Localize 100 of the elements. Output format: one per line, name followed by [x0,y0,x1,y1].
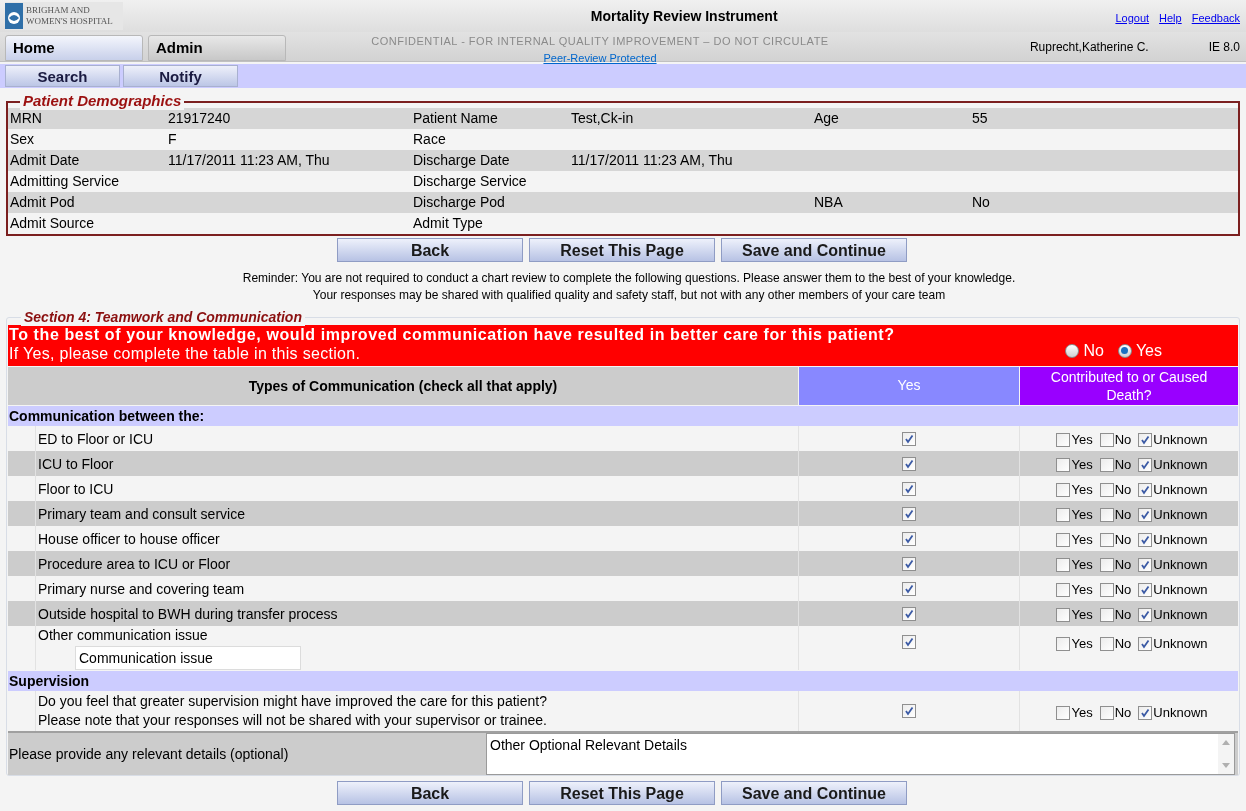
checkbox[interactable] [1138,637,1153,651]
checkbox[interactable] [902,704,916,718]
checkbox[interactable] [1056,583,1071,597]
checkbox[interactable] [902,635,916,649]
checkbox[interactable] [1099,558,1114,572]
subnav-button[interactable]: Notify [123,65,238,87]
hospital-name: WOMEN'S HOSPITAL [26,16,113,27]
header-link[interactable]: Logout [1115,9,1150,27]
checkbox[interactable] [1056,458,1071,472]
checkbox[interactable] [902,531,916,546]
checkbox[interactable] [1056,608,1071,622]
checkbox[interactable] [1099,637,1114,651]
reminder-text: Your responses may be shared with qualified quality and safety staff, but not with any other members of your care team [312,287,946,304]
checkbox[interactable] [1056,705,1071,720]
radio-icon[interactable] [1117,343,1132,358]
peer-review-link[interactable]: Peer-Review Protected [543,49,657,66]
field-label: Race [413,131,446,147]
checkbox[interactable] [1138,483,1153,497]
checkbox[interactable] [1056,637,1071,651]
checkbox[interactable] [1056,483,1071,497]
checkbox-label: No [1114,533,1132,547]
field-value: 55 [972,110,988,126]
action-button[interactable]: Save and Continue [721,781,907,805]
checkbox[interactable] [1056,533,1071,547]
question-note: If Yes, please complete the table in this section. [9,345,362,363]
checkbox[interactable] [1138,458,1153,472]
checkbox-label: Unknown [1153,705,1208,720]
header-link[interactable]: Help [1159,9,1182,27]
checkbox[interactable] [902,506,916,521]
checkbox[interactable] [1099,533,1114,547]
checkbox-label: Unknown [1153,533,1208,547]
field-label: Sex [10,131,35,147]
checkbox-label: Unknown [1153,508,1208,522]
nav-tab[interactable]: Admin [148,35,286,61]
checkbox[interactable] [902,481,916,496]
checkbox[interactable] [902,581,916,596]
action-button[interactable]: Back [337,781,523,805]
checkbox[interactable] [1138,558,1153,572]
header-link[interactable]: Feedback [1191,9,1240,27]
checkbox-label: Unknown [1153,608,1208,622]
radio-option[interactable]: Yes [1117,338,1162,363]
checkbox[interactable] [1138,583,1153,597]
confidential-notice: CONFIDENTIAL - FOR INTERNAL QUALITY IMPROVEMENT – DO NOT CIRCULATE [371,34,829,49]
checkbox-label: No [1114,558,1132,572]
checkbox[interactable] [1099,583,1114,597]
checkbox-label: Yes [1071,583,1093,597]
nav-tab[interactable]: Home [5,35,143,61]
checkbox[interactable] [1099,458,1114,472]
item-label: Primary nurse and covering team [38,580,246,599]
field-label: Admit Type [413,215,483,231]
action-button[interactable]: Save and Continue [721,238,907,262]
checkbox[interactable] [902,431,916,446]
checkbox[interactable] [1099,483,1114,497]
checkbox[interactable] [1138,508,1153,522]
group-heading: Supervision [8,671,1238,691]
column-header: Types of Communication (check all that apply) [8,367,798,405]
checkbox-label: Unknown [1153,433,1208,447]
checkbox[interactable] [1138,533,1153,547]
checkbox[interactable] [902,456,916,471]
group-heading: Communication between the: [8,406,1238,426]
question-text: To the best of your knowledge, would improved communication have resulted in better care for this patient? [9,325,896,345]
checkbox[interactable] [902,556,916,571]
item-label: Procedure area to ICU or Floor [38,555,232,574]
item-label: Floor to ICU [38,480,115,499]
checkbox-label: No [1114,458,1132,472]
radio-option[interactable]: No [1065,338,1104,363]
checkbox[interactable] [1056,508,1071,522]
checkbox-label: Yes [1071,608,1093,622]
checkbox[interactable] [902,606,916,621]
checkbox[interactable] [1138,705,1153,720]
checkbox-label: Yes [1071,483,1093,497]
field-value: F [168,131,177,147]
checkbox-label: Yes [1071,458,1093,472]
subnav-button[interactable]: Search [5,65,120,87]
action-button[interactable]: Reset This Page [529,238,715,262]
hospital-logo-icon [5,3,23,29]
checkbox[interactable] [1099,608,1114,622]
field-value: 21917240 [168,110,231,126]
action-button[interactable]: Back [337,238,523,262]
checkbox-label: Unknown [1153,558,1208,572]
section-title: Section 4: Teamwork and Communication [21,308,305,326]
checkbox[interactable] [1099,508,1114,522]
column-header: Contributed to or Caused Death? [1020,367,1238,405]
checkbox[interactable] [1138,433,1153,447]
page-title: Mortality Review Instrument [590,6,778,26]
user-name: Ruprecht,Katherine C. [1029,38,1149,56]
field-label: NBA [814,194,843,210]
action-button[interactable]: Reset This Page [529,781,715,805]
checkbox[interactable] [1138,608,1153,622]
radio-icon[interactable] [1065,343,1080,358]
checkbox[interactable] [1056,433,1071,447]
field-label: Discharge Pod [413,194,505,210]
input-field[interactable]: Communication issue [75,646,301,670]
checkbox[interactable] [1099,705,1114,720]
checkbox-label: No [1114,483,1132,497]
checkbox[interactable] [1099,433,1114,447]
checkbox[interactable] [1056,558,1071,572]
field-label: Discharge Date [413,152,510,168]
checkbox-label: No [1114,705,1132,720]
checkbox-label: Yes [1071,558,1093,572]
